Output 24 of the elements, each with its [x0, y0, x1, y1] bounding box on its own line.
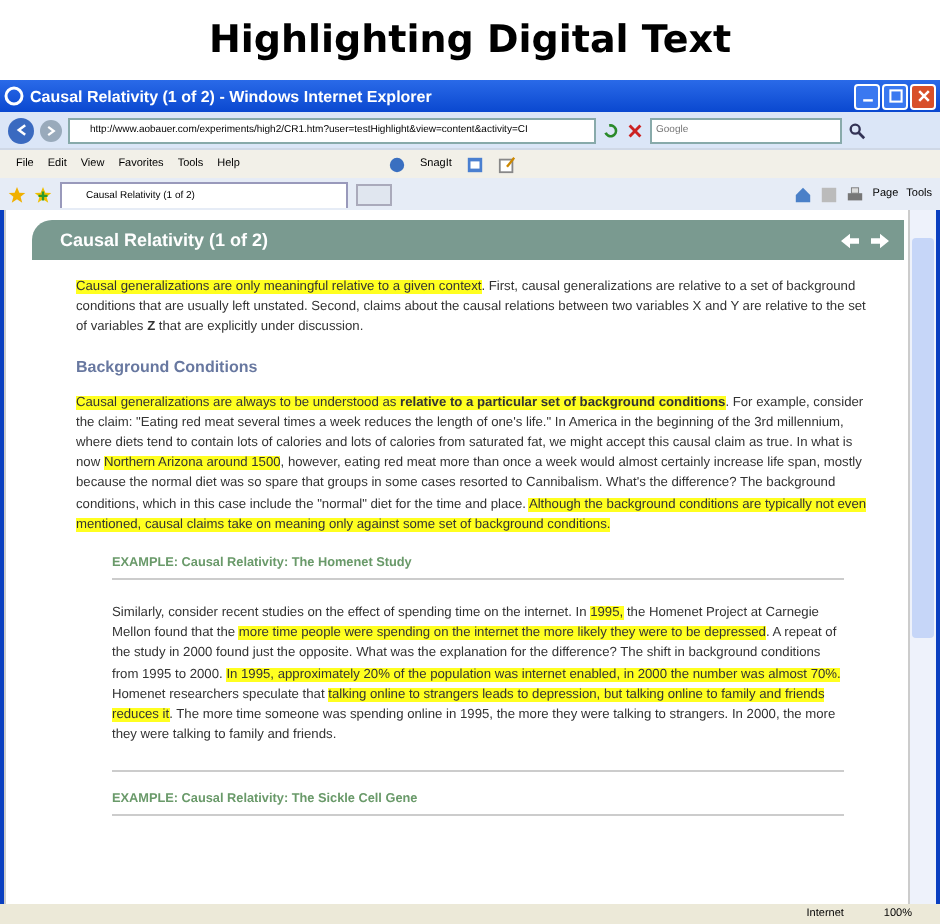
star-icon[interactable]	[8, 185, 26, 203]
maximize-icon	[887, 88, 903, 104]
new-tab-button[interactable]	[356, 183, 392, 205]
page-title: Causal Relativity (1 of 2)	[60, 230, 271, 250]
close-button[interactable]	[910, 83, 936, 109]
home-icon[interactable]	[794, 185, 813, 203]
maximize-button[interactable]	[882, 83, 908, 109]
scrollbar[interactable]	[908, 210, 936, 904]
window-title: Causal Relativity (1 of 2) - Windows Internet Explorer	[30, 87, 432, 105]
search-icon[interactable]	[848, 121, 866, 139]
previous-arrow-icon[interactable]	[838, 231, 862, 249]
edit-icon[interactable]	[497, 155, 516, 173]
refresh-icon[interactable]	[602, 121, 620, 139]
forward-button[interactable]	[40, 119, 62, 141]
next-arrow-icon[interactable]	[868, 231, 892, 249]
slide-heading: Highlighting Digital Text	[206, 16, 734, 66]
add-favorite-icon[interactable]	[34, 185, 52, 203]
print-icon[interactable]	[846, 185, 865, 203]
minimize-button[interactable]	[854, 83, 880, 109]
browser-logo-icon	[4, 86, 24, 106]
section-heading: Background Conditions	[76, 357, 260, 376]
close-icon	[915, 88, 931, 104]
stop-icon[interactable]	[626, 121, 644, 139]
back-button[interactable]	[8, 117, 34, 143]
